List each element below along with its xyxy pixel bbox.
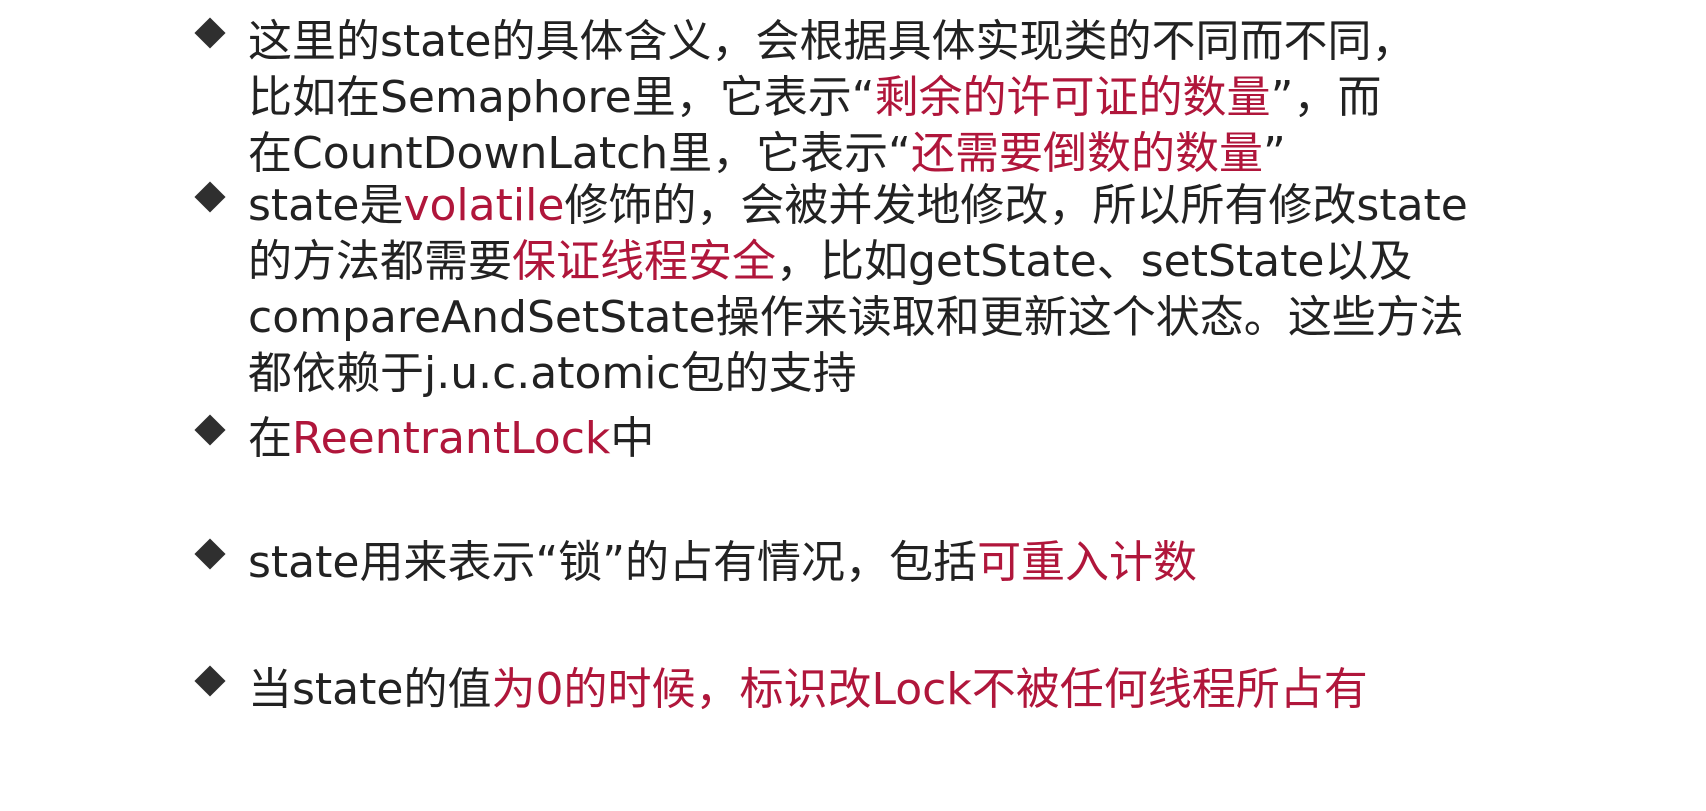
bullet-4: state用来表示“锁”的占有情况，包括可重入计数 xyxy=(192,535,1197,591)
diamond-bullet-icon xyxy=(192,411,230,449)
text-run: 当state的值 xyxy=(248,664,492,715)
text-run: 这里的state的具体含义，会根据具体实现类的不同而不同， xyxy=(248,16,1416,67)
text-line: compareAndSetState操作来读取和更新这个状态。这些方法 xyxy=(248,290,1468,346)
diamond-bullet-icon xyxy=(192,535,230,573)
text-run: state是 xyxy=(248,180,404,231)
diamond-bullet-icon xyxy=(192,178,230,216)
text-line: 这里的state的具体含义，会根据具体实现类的不同而不同， xyxy=(248,14,1415,70)
text-run: state用来表示“锁”的占有情况，包括 xyxy=(248,537,978,588)
text-run: 在 xyxy=(248,413,292,464)
text-line: 比如在Semaphore里，它表示“剩余的许可证的数量”，而 xyxy=(248,70,1415,126)
highlight-text: 保证线程安全 xyxy=(512,236,776,287)
bullet-text: state是volatile修饰的，会被并发地修改，所以所有修改state 的方… xyxy=(248,178,1468,402)
text-run: ” xyxy=(1262,128,1286,179)
text-line: state是volatile修饰的，会被并发地修改，所以所有修改state xyxy=(248,178,1468,234)
text-run: 都依赖于j.u.c.atomic包的支持 xyxy=(248,348,857,399)
bullet-text: 当state的值为0的时候，标识改Lock不被任何线程所占有 xyxy=(248,662,1368,718)
bullet-text: state用来表示“锁”的占有情况，包括可重入计数 xyxy=(248,535,1197,591)
slide: 这里的state的具体含义，会根据具体实现类的不同而不同， 比如在Semapho… xyxy=(0,0,1706,811)
text-run: 中 xyxy=(610,413,655,464)
text-line: 在CountDownLatch里，它表示“还需要倒数的数量” xyxy=(248,126,1415,182)
text-run: compareAndSetState操作来读取和更新这个状态。这些方法 xyxy=(248,292,1464,343)
highlight-text: volatile xyxy=(403,180,565,231)
bullet-text: 在ReentrantLock中 xyxy=(248,411,654,467)
text-line: 都依赖于j.u.c.atomic包的支持 xyxy=(248,346,1468,402)
highlight-text: 可重入计数 xyxy=(977,537,1198,588)
bullet-1: 这里的state的具体含义，会根据具体实现类的不同而不同， 比如在Semapho… xyxy=(192,14,1415,182)
bullet-2: state是volatile修饰的，会被并发地修改，所以所有修改state 的方… xyxy=(192,178,1468,402)
text-run: 修饰的，会被并发地修改，所以所有修改state xyxy=(564,180,1468,231)
highlight-text: 为0的时候，标识改Lock不被任何线程所占有 xyxy=(491,664,1368,715)
text-line: 在ReentrantLock中 xyxy=(248,411,654,467)
bullet-text: 这里的state的具体含义，会根据具体实现类的不同而不同， 比如在Semapho… xyxy=(248,14,1415,182)
text-run: ”，而 xyxy=(1270,72,1382,123)
highlight-text: ReentrantLock xyxy=(292,413,611,464)
text-run: 比如在Semaphore里，它表示“ xyxy=(248,72,875,123)
text-line: 当state的值为0的时候，标识改Lock不被任何线程所占有 xyxy=(248,662,1368,718)
bullet-3: 在ReentrantLock中 xyxy=(192,411,654,467)
highlight-text: 剩余的许可证的数量 xyxy=(874,72,1271,123)
diamond-bullet-icon xyxy=(192,14,230,52)
text-line: state用来表示“锁”的占有情况，包括可重入计数 xyxy=(248,535,1197,591)
bullet-5: 当state的值为0的时候，标识改Lock不被任何线程所占有 xyxy=(192,662,1368,718)
text-run: 的方法都需要 xyxy=(248,236,512,287)
diamond-bullet-icon xyxy=(192,662,230,700)
text-line: 的方法都需要保证线程安全，比如getState、setState以及 xyxy=(248,234,1468,290)
text-run: 在CountDownLatch里，它表示“ xyxy=(248,128,911,179)
text-run: ，比如getState、setState以及 xyxy=(776,236,1413,287)
highlight-text: 还需要倒数的数量 xyxy=(910,128,1263,179)
